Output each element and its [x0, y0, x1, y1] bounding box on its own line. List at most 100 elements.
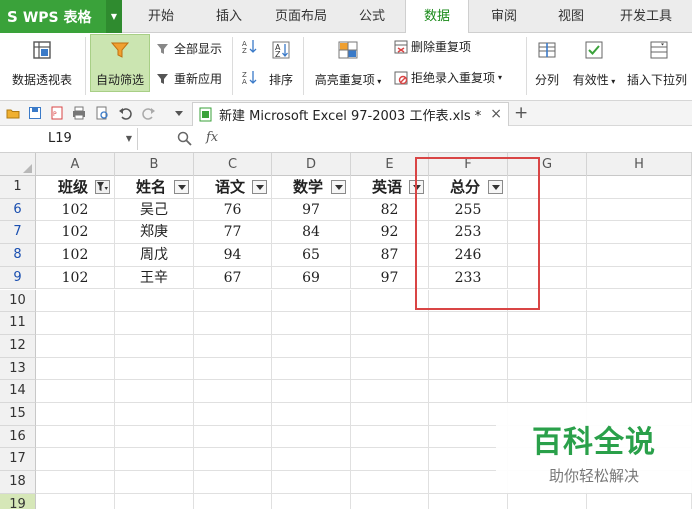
data-cell[interactable] [587, 244, 692, 267]
empty-cell[interactable] [508, 334, 587, 358]
row-header-1[interactable]: 1 [0, 176, 36, 199]
empty-cell[interactable] [115, 448, 194, 472]
empty-cell[interactable] [272, 471, 351, 494]
empty-cell[interactable] [115, 425, 194, 449]
insert-function-button[interactable]: fx [206, 130, 218, 145]
empty-cell[interactable] [36, 448, 115, 472]
quick-access-customize-icon[interactable] [172, 106, 186, 120]
empty-cell[interactable] [36, 471, 115, 494]
empty-cell[interactable] [36, 289, 115, 313]
empty-cell[interactable] [194, 471, 272, 494]
data-cell[interactable]: 郑庚 [115, 221, 194, 245]
highlight-duplicates-button[interactable]: 高亮重复项 ▾ [310, 39, 386, 88]
data-cell[interactable]: 84 [272, 221, 351, 245]
sort-ascending-button[interactable]: A Z [242, 38, 258, 57]
row-header-11[interactable]: 11 [0, 312, 36, 335]
reapply-button[interactable]: 重新应用 [156, 70, 222, 87]
remove-duplicates-button[interactable]: 删除重复项 [394, 38, 471, 55]
empty-cell[interactable] [429, 380, 508, 403]
data-cell[interactable]: 102 [36, 221, 115, 245]
empty-cell[interactable] [194, 289, 272, 313]
row-header-17[interactable]: 17 [0, 448, 36, 472]
empty-cell[interactable] [429, 312, 508, 335]
data-cell[interactable] [587, 221, 692, 245]
empty-cell[interactable] [194, 312, 272, 335]
empty-cell[interactable] [115, 312, 194, 335]
empty-cell[interactable] [508, 312, 587, 335]
empty-cell[interactable] [36, 357, 115, 381]
header-cell[interactable]: 数学 [272, 176, 351, 199]
empty-cell[interactable] [194, 380, 272, 403]
empty-cell[interactable] [272, 334, 351, 358]
row-header-6[interactable]: 6 [0, 198, 36, 222]
data-cell[interactable]: 94 [194, 244, 272, 267]
empty-cell[interactable] [508, 380, 587, 403]
row-header-13[interactable]: 13 [0, 357, 36, 381]
row-header-16[interactable]: 16 [0, 425, 36, 449]
filter-dropdown-icon[interactable] [174, 180, 189, 194]
row-header-8[interactable]: 8 [0, 244, 36, 267]
show-all-button[interactable]: 全部显示 [156, 40, 222, 57]
empty-cell[interactable] [36, 380, 115, 403]
empty-cell[interactable] [429, 334, 508, 358]
empty-cell[interactable] [115, 380, 194, 403]
row-header-19[interactable]: 19 [0, 493, 36, 509]
header-cell[interactable]: 班级 [36, 176, 115, 199]
empty-cell[interactable] [115, 357, 194, 381]
empty-cell[interactable] [587, 493, 692, 509]
row-header-12[interactable]: 12 [0, 334, 36, 358]
data-cell[interactable]: 65 [272, 244, 351, 267]
empty-cell[interactable] [115, 334, 194, 358]
tab-data[interactable]: 数据 [405, 0, 469, 34]
reject-duplicates-button[interactable]: 拒绝录入重复项 ▾ [394, 69, 502, 86]
tab-insert[interactable]: 插入 [198, 0, 260, 33]
empty-cell[interactable] [194, 493, 272, 509]
app-menu-caret-icon[interactable]: ▼ [106, 0, 122, 33]
empty-cell[interactable] [272, 493, 351, 509]
header-cell[interactable]: 语文 [194, 176, 272, 199]
undo-icon[interactable] [118, 106, 132, 120]
row-header-10[interactable]: 10 [0, 289, 36, 313]
redo-icon[interactable] [142, 106, 156, 120]
active-filter-icon[interactable] [95, 180, 110, 194]
empty-cell[interactable] [194, 403, 272, 426]
tab-page-layout[interactable]: 页面布局 [265, 0, 337, 33]
empty-cell[interactable] [351, 448, 429, 472]
empty-cell[interactable] [508, 357, 587, 381]
filter-dropdown-icon[interactable] [252, 180, 267, 194]
empty-cell[interactable] [351, 312, 429, 335]
data-cell[interactable]: 102 [36, 198, 115, 222]
empty-cell[interactable] [115, 471, 194, 494]
row-header-18[interactable]: 18 [0, 471, 36, 494]
data-cell[interactable]: 69 [272, 266, 351, 290]
empty-cell[interactable] [272, 357, 351, 381]
empty-cell[interactable] [351, 334, 429, 358]
close-tab-icon[interactable]: × [490, 106, 502, 122]
empty-cell[interactable] [351, 380, 429, 403]
empty-cell[interactable] [36, 493, 115, 509]
empty-cell[interactable] [272, 403, 351, 426]
empty-cell[interactable] [194, 334, 272, 358]
header-cell[interactable] [587, 176, 692, 199]
filter-dropdown-icon[interactable] [331, 180, 346, 194]
empty-cell[interactable] [36, 334, 115, 358]
save-icon[interactable] [28, 106, 42, 120]
empty-cell[interactable] [194, 448, 272, 472]
row-header-9[interactable]: 9 [0, 266, 36, 290]
select-all-corner[interactable] [0, 153, 36, 176]
name-box-dropdown-icon[interactable]: ▼ [126, 128, 132, 150]
data-cell[interactable]: 76 [194, 198, 272, 222]
empty-cell[interactable] [272, 312, 351, 335]
empty-cell[interactable] [194, 425, 272, 449]
empty-cell[interactable] [587, 289, 692, 313]
empty-cell[interactable] [351, 425, 429, 449]
header-cell[interactable]: 姓名 [115, 176, 194, 199]
column-header-d[interactable]: D [272, 153, 351, 176]
data-cell[interactable]: 97 [272, 198, 351, 222]
empty-cell[interactable] [587, 357, 692, 381]
empty-cell[interactable] [272, 425, 351, 449]
tab-developer[interactable]: 开发工具 [608, 0, 684, 33]
document-tab[interactable]: 新建 Microsoft Excel 97-2003 工作表.xls * × [192, 102, 509, 126]
empty-cell[interactable] [587, 334, 692, 358]
empty-cell[interactable] [115, 403, 194, 426]
